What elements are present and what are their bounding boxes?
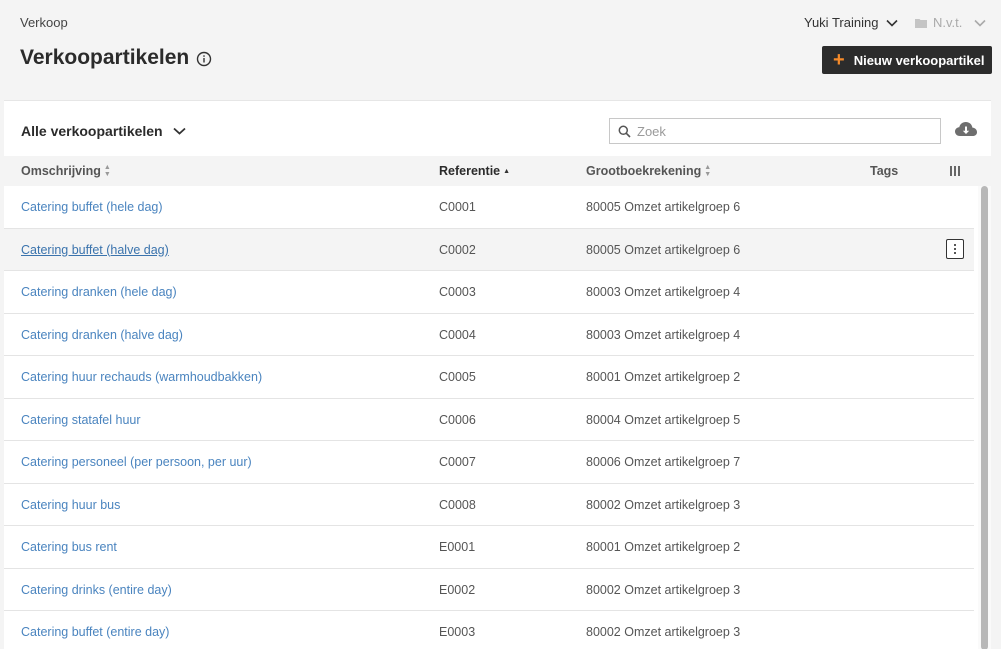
description-link[interactable]: Catering bus rent bbox=[21, 540, 117, 554]
ledger-cell: 80002 Omzet artikelgroep 3 bbox=[586, 497, 741, 512]
table-row[interactable]: Catering drinks (entire day) E0002 80002… bbox=[4, 569, 974, 611]
table-row[interactable]: Catering huur rechauds (warmhoudbakken) … bbox=[4, 356, 974, 399]
plus-icon: + bbox=[833, 49, 845, 71]
table-row[interactable]: Catering personeel (per persoon, per uur… bbox=[4, 441, 974, 484]
column-label: Omschrijving bbox=[21, 164, 101, 178]
sort-icon: ▲ ▼ bbox=[704, 164, 712, 178]
view-filter-dropdown[interactable]: Alle verkoopartikelen bbox=[21, 123, 186, 139]
ledger-cell: 80003 Omzet artikelgroep 4 bbox=[586, 327, 741, 342]
search-box[interactable] bbox=[609, 118, 941, 144]
column-header-ledger[interactable]: Grootboekrekening ▲ ▼ bbox=[586, 164, 711, 178]
description-link[interactable]: Catering statafel huur bbox=[21, 413, 141, 427]
view-filter-label: Alle verkoopartikelen bbox=[21, 123, 163, 139]
reference-cell: C0002 bbox=[439, 242, 476, 257]
table-row[interactable]: Catering bus rent E0001 80001 Omzet arti… bbox=[4, 526, 974, 569]
table-row[interactable]: Catering buffet (hele dag) C0001 80005 O… bbox=[4, 186, 974, 229]
ledger-cell: 80002 Omzet artikelgroep 3 bbox=[586, 625, 741, 639]
reference-cell: E0002 bbox=[439, 582, 476, 597]
company-name: Yuki Training bbox=[804, 15, 879, 30]
folder-icon bbox=[915, 18, 927, 28]
scrollbar-thumb[interactable] bbox=[981, 186, 988, 649]
description-link[interactable]: Catering huur rechauds (warmhoudbakken) bbox=[21, 370, 262, 384]
ledger-cell: 80002 Omzet artikelgroep 3 bbox=[586, 582, 741, 597]
top-bar: Verkoop Verkoopartikelen Yuki Training N… bbox=[0, 0, 1001, 100]
table-row[interactable]: Catering statafel huur C0006 80004 Omzet… bbox=[4, 399, 974, 441]
table-row[interactable]: Catering dranken (halve dag) C0004 80003… bbox=[4, 314, 974, 356]
administration-selector[interactable]: N.v.t. bbox=[915, 15, 986, 30]
company-selector[interactable]: Yuki Training bbox=[804, 15, 899, 30]
column-header-tags: Tags bbox=[870, 164, 898, 178]
column-label: Tags bbox=[870, 164, 899, 178]
reference-cell: C0007 bbox=[439, 455, 476, 469]
table-row[interactable]: Catering buffet (entire day) E0003 80002… bbox=[4, 611, 974, 649]
description-link[interactable]: Catering buffet (halve dag) bbox=[21, 243, 169, 257]
new-sales-item-label: Nieuw verkoopartikel bbox=[853, 52, 985, 68]
description-link[interactable]: Catering drinks (entire day) bbox=[21, 583, 172, 597]
sales-items-panel: Alle verkoopartikelen Omschrijving ▲▼ Re… bbox=[4, 100, 991, 649]
search-icon bbox=[618, 125, 631, 138]
chevron-down-icon bbox=[173, 127, 186, 135]
table-body: Catering buffet (hele dag) C0001 80005 O… bbox=[4, 186, 974, 649]
ledger-cell: 80003 Omzet artikelgroep 4 bbox=[586, 285, 741, 299]
reference-cell: C0004 bbox=[439, 327, 476, 342]
chevron-down-icon bbox=[886, 19, 899, 27]
reference-cell: C0003 bbox=[439, 285, 476, 299]
ledger-cell: 80001 Omzet artikelgroep 2 bbox=[586, 370, 741, 384]
column-label: Referentie bbox=[439, 164, 501, 178]
reference-cell: C0001 bbox=[439, 200, 476, 214]
ledger-cell: 80005 Omzet artikelgroep 6 bbox=[586, 200, 741, 214]
kebab-menu-icon[interactable] bbox=[946, 238, 964, 259]
description-link[interactable]: Catering huur bus bbox=[21, 498, 120, 512]
ledger-cell: 80001 Omzet artikelgroep 2 bbox=[586, 540, 741, 554]
description-link[interactable]: Catering personeel (per persoon, per uur… bbox=[21, 455, 252, 469]
table-row[interactable]: Catering dranken (hele dag) C0003 80003 … bbox=[4, 271, 974, 314]
new-sales-item-button[interactable]: + Nieuw verkoopartikel bbox=[822, 46, 992, 74]
sort-icon: ▲ ▼ bbox=[103, 164, 111, 178]
reference-cell: C0008 bbox=[439, 497, 476, 512]
page-title: Verkoopartikelen bbox=[20, 46, 190, 69]
description-link[interactable]: Catering dranken (halve dag) bbox=[21, 328, 183, 342]
description-link[interactable]: Catering buffet (entire day) bbox=[21, 625, 169, 639]
info-icon[interactable] bbox=[196, 51, 212, 67]
description-link[interactable]: Catering buffet (hele dag) bbox=[21, 200, 163, 214]
breadcrumb[interactable]: Verkoop bbox=[20, 15, 68, 30]
column-header-reference[interactable]: Referentie ▲ bbox=[439, 164, 510, 178]
reference-cell: E0003 bbox=[439, 625, 476, 639]
ledger-cell: 80005 Omzet artikelgroep 6 bbox=[586, 242, 741, 257]
table-row[interactable]: Catering buffet (halve dag) C0002 80005 … bbox=[4, 228, 974, 271]
page-edge bbox=[991, 100, 1001, 649]
description-link[interactable]: Catering dranken (hele dag) bbox=[21, 285, 177, 299]
table-header: Omschrijving ▲ ▼ Referentie ▲ Grootboekre… bbox=[4, 156, 991, 186]
cloud-download-icon[interactable] bbox=[954, 119, 978, 139]
column-header-description[interactable]: Omschrijving ▲ ▼ bbox=[21, 164, 111, 178]
sort-ascending-icon: ▲ bbox=[503, 167, 511, 175]
columns-icon[interactable] bbox=[950, 166, 960, 176]
reference-cell: C0005 bbox=[439, 370, 476, 384]
reference-cell: E0001 bbox=[439, 540, 476, 554]
ledger-cell: 80004 Omzet artikelgroep 5 bbox=[586, 412, 741, 427]
column-label: Grootboekrekening bbox=[586, 164, 702, 178]
vertical-scrollbar[interactable] bbox=[978, 186, 991, 649]
ledger-cell: 80006 Omzet artikelgroep 7 bbox=[586, 455, 741, 469]
reference-cell: C0006 bbox=[439, 412, 476, 427]
table-row[interactable]: Catering huur bus C0008 80002 Omzet arti… bbox=[4, 484, 974, 526]
administration-name: N.v.t. bbox=[933, 15, 963, 30]
chevron-down-icon bbox=[974, 19, 986, 27]
search-input[interactable] bbox=[637, 120, 927, 142]
